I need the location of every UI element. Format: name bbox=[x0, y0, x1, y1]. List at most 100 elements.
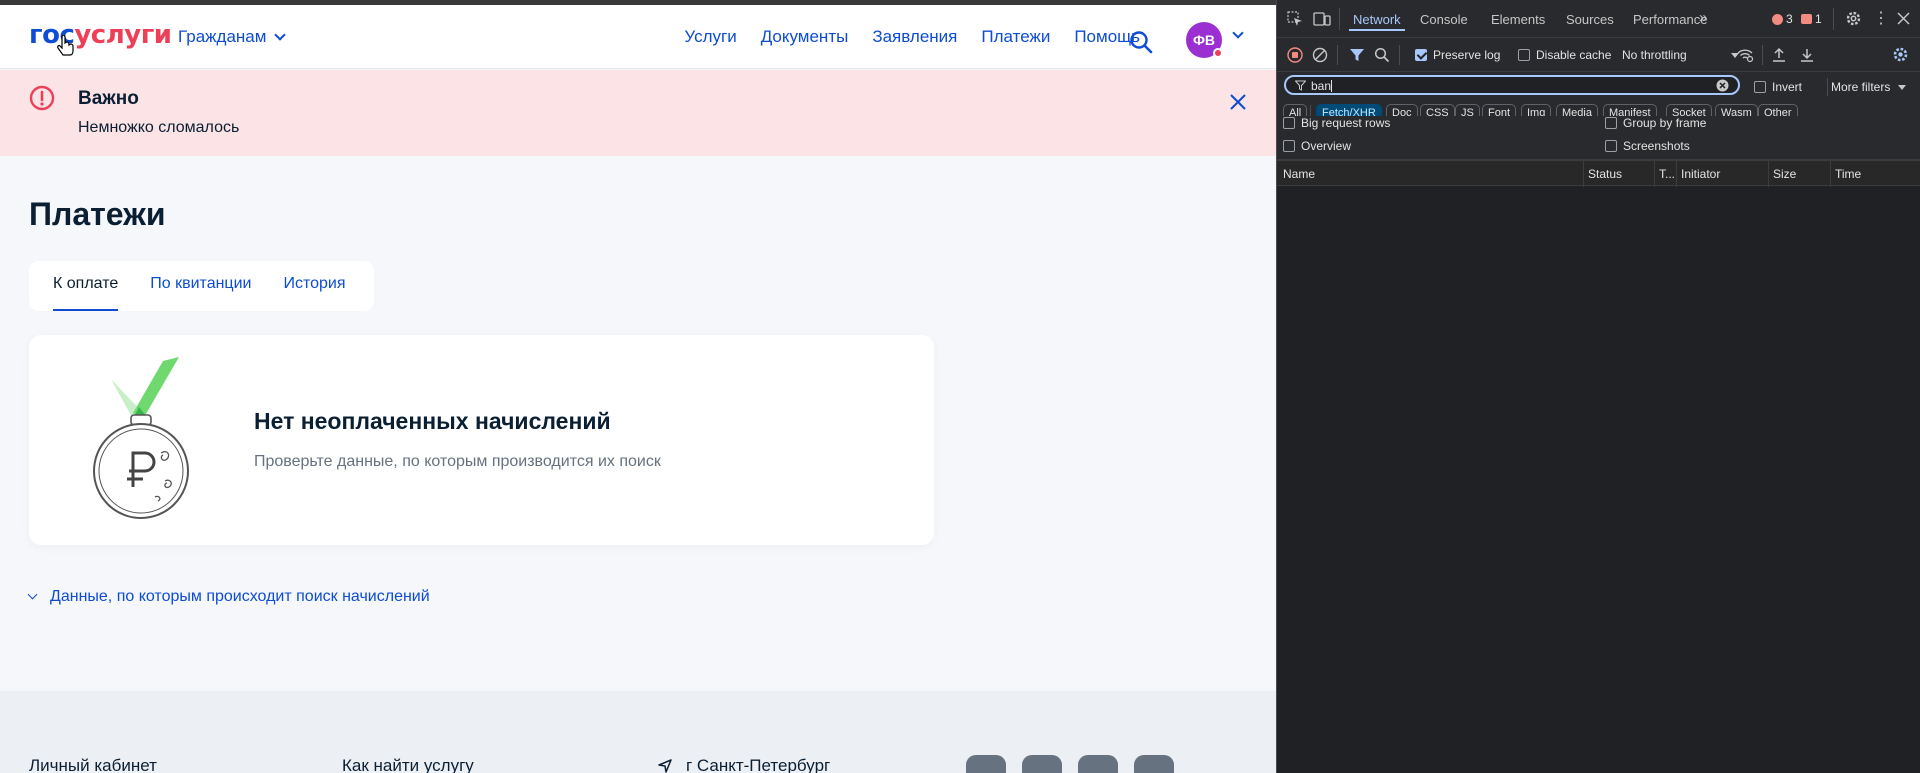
chevron-down-icon[interactable] bbox=[1232, 27, 1244, 39]
browser-page: госуслуги Гражданам Услуги Документы Зая… bbox=[0, 0, 1276, 773]
page-title: Платежи bbox=[29, 196, 166, 232]
clear-icon[interactable] bbox=[1312, 47, 1328, 63]
separator bbox=[1762, 45, 1763, 65]
site-footer: Личный кабинет Как найти услугу г Санкт-… bbox=[0, 691, 1276, 773]
payment-tabs: К оплате По квитанции История bbox=[29, 261, 374, 311]
nav-link-services[interactable]: Услуги bbox=[684, 27, 736, 47]
ruble-medal-icon bbox=[93, 357, 189, 519]
nav-link-documents[interactable]: Документы bbox=[761, 27, 849, 47]
chevron-down-icon bbox=[27, 589, 38, 600]
errors-badge[interactable]: 3 bbox=[1772, 12, 1793, 26]
nav-link-payments[interactable]: Платежи bbox=[981, 27, 1050, 47]
devtools-tab-sources[interactable]: Sources bbox=[1566, 12, 1614, 27]
preserve-log-label: Preserve log bbox=[1433, 48, 1501, 62]
separator bbox=[1337, 45, 1338, 65]
kebab-menu-icon[interactable]: ⋮ bbox=[1873, 8, 1889, 28]
more-filters-dropdown[interactable]: More filters bbox=[1831, 80, 1907, 94]
column-type[interactable]: T... bbox=[1659, 167, 1675, 181]
group-by-frame-checkbox[interactable]: Group by frame bbox=[1605, 116, 1706, 130]
network-settings-gear-icon[interactable] bbox=[1892, 46, 1909, 63]
empty-state-title: Нет неоплаченных начислений bbox=[254, 408, 611, 434]
footer-link-find-service[interactable]: Как найти услугу bbox=[342, 756, 474, 773]
checkbox-checked bbox=[1415, 49, 1427, 61]
checkbox-unchecked bbox=[1754, 81, 1766, 93]
screenshots-label: Screenshots bbox=[1623, 139, 1690, 153]
checkbox-unchecked bbox=[1283, 117, 1295, 129]
devtools-panel: Network Console Elements Sources Perform… bbox=[1276, 0, 1920, 773]
devtools-tab-console[interactable]: Console bbox=[1420, 12, 1468, 27]
inspect-element-icon[interactable] bbox=[1287, 11, 1303, 27]
close-icon[interactable] bbox=[1897, 12, 1910, 25]
chevron-down-icon bbox=[274, 28, 287, 41]
column-initiator[interactable]: Initiator bbox=[1681, 167, 1720, 181]
filter-icon[interactable] bbox=[1349, 47, 1365, 63]
big-request-rows-checkbox[interactable]: Big request rows bbox=[1283, 116, 1390, 130]
preserve-log-checkbox[interactable]: Preserve log bbox=[1415, 48, 1500, 62]
invert-checkbox[interactable]: Invert bbox=[1754, 80, 1802, 94]
checkbox-unchecked bbox=[1605, 140, 1617, 152]
site-logo[interactable]: госуслуги bbox=[29, 20, 172, 50]
tab-history[interactable]: История bbox=[283, 261, 345, 311]
search-icon[interactable] bbox=[1129, 30, 1153, 54]
throttling-value: No throttling bbox=[1622, 48, 1687, 62]
devtools-tab-network[interactable]: Network bbox=[1349, 12, 1405, 31]
more-filters-label: More filters bbox=[1831, 80, 1891, 94]
column-name[interactable]: Name bbox=[1283, 167, 1315, 181]
overview-checkbox[interactable]: Overview bbox=[1283, 139, 1351, 153]
issues-badge[interactable]: 1 bbox=[1801, 12, 1822, 26]
devtools-tab-elements[interactable]: Elements bbox=[1491, 12, 1545, 27]
throttling-select[interactable]: No throttling bbox=[1622, 48, 1739, 62]
alert-title: Важно bbox=[78, 88, 139, 109]
separator bbox=[1833, 8, 1834, 30]
search-data-link-label: Данные, по которым происходит поиск начи… bbox=[50, 588, 430, 605]
footer-link-cabinet[interactable]: Личный кабинет bbox=[29, 756, 157, 773]
download-icon[interactable] bbox=[1800, 47, 1814, 63]
hand-cursor-icon bbox=[57, 35, 74, 56]
screenshots-checkbox[interactable]: Screenshots bbox=[1605, 139, 1690, 153]
separator bbox=[1339, 8, 1340, 30]
overview-label: Overview bbox=[1301, 139, 1352, 153]
record-stop-icon[interactable] bbox=[1287, 47, 1303, 63]
network-settings-options: Big request rows Group by frame Overview… bbox=[1277, 116, 1920, 160]
nav-citizens-label: Гражданам bbox=[178, 27, 267, 46]
nav-link-applications[interactable]: Заявления bbox=[872, 27, 957, 47]
group-by-frame-label: Group by frame bbox=[1623, 116, 1707, 130]
search-icon[interactable] bbox=[1374, 47, 1390, 63]
logo-text-part2: услуги bbox=[74, 20, 172, 50]
clear-input-icon[interactable] bbox=[1716, 79, 1729, 92]
user-avatar[interactable]: ФВ bbox=[1186, 22, 1223, 58]
column-status[interactable]: Status bbox=[1588, 167, 1622, 181]
text-caret bbox=[1331, 80, 1333, 92]
filter-icon bbox=[1295, 80, 1306, 91]
checkbox-unchecked bbox=[1605, 117, 1617, 129]
big-request-rows-label: Big request rows bbox=[1301, 116, 1391, 130]
disable-cache-checkbox[interactable]: Disable cache bbox=[1518, 48, 1611, 62]
dropdown-caret-icon bbox=[1898, 84, 1907, 90]
network-filter-input[interactable]: ban bbox=[1284, 75, 1740, 95]
site-header: госуслуги Гражданам Услуги Документы Зая… bbox=[0, 5, 1276, 69]
search-data-expander[interactable]: Данные, по которым происходит поиск начи… bbox=[27, 588, 430, 606]
vk-icon[interactable] bbox=[1022, 755, 1062, 773]
gear-icon[interactable] bbox=[1845, 10, 1862, 27]
devtools-tabbar: Network Console Elements Sources Perform… bbox=[1277, 0, 1920, 38]
close-icon[interactable] bbox=[1228, 92, 1248, 112]
tab-to-pay[interactable]: К оплате bbox=[53, 261, 119, 311]
alert-text: Немножко сломалось bbox=[78, 119, 240, 136]
footer-location[interactable]: г Санкт-Петербург bbox=[686, 756, 830, 773]
device-toolbar-icon[interactable] bbox=[1313, 11, 1331, 27]
column-size[interactable]: Size bbox=[1773, 167, 1796, 181]
column-time[interactable]: Time bbox=[1835, 167, 1861, 181]
tab-by-receipt[interactable]: По квитанции bbox=[150, 261, 251, 311]
ok-icon[interactable] bbox=[1078, 755, 1118, 773]
exclamation-circle-icon bbox=[29, 85, 55, 111]
telegram-icon[interactable] bbox=[966, 755, 1006, 773]
separator bbox=[1827, 78, 1828, 96]
network-conditions-icon[interactable] bbox=[1736, 47, 1754, 63]
upload-icon[interactable] bbox=[1772, 47, 1786, 63]
nav-citizens-dropdown[interactable]: Гражданам bbox=[178, 27, 287, 47]
more-tabs-icon[interactable]: » bbox=[1699, 9, 1707, 26]
devtools-tab-performance[interactable]: Performance bbox=[1633, 12, 1707, 27]
social-icon[interactable] bbox=[1134, 755, 1174, 773]
separator bbox=[1399, 45, 1400, 65]
filter-text: ban bbox=[1311, 79, 1333, 93]
